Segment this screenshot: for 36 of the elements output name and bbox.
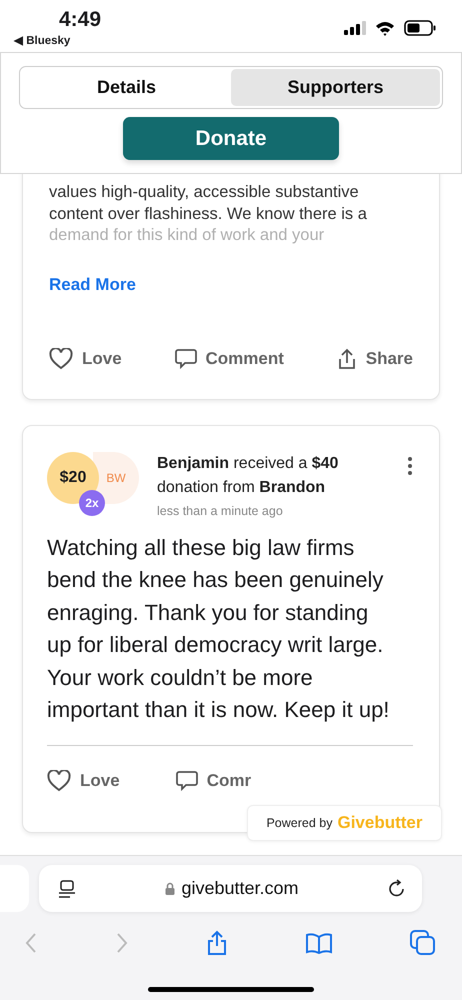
love-button[interactable]: Love — [49, 348, 122, 370]
tabs-icon[interactable] — [410, 930, 436, 956]
back-link[interactable]: ◀ Bluesky — [14, 33, 70, 47]
reader-icon[interactable] — [58, 880, 76, 898]
comment-button[interactable]: Comr — [176, 770, 252, 792]
donate-button[interactable]: Donate — [123, 117, 339, 160]
address-bar[interactable]: givebutter.com — [39, 865, 422, 912]
tab[interactable]: Supporters — [231, 69, 440, 106]
powered-by-badge[interactable]: Powered by Givebutter — [247, 805, 442, 841]
brand-name: Givebutter — [337, 813, 423, 833]
share-icon — [336, 348, 357, 370]
status-time: 4:49 — [59, 8, 102, 32]
lock-icon — [165, 882, 176, 895]
update-text: demand for this kind of work and your — [49, 225, 326, 246]
share-icon[interactable] — [206, 930, 228, 956]
donation-time: less than a minute ago — [157, 504, 284, 518]
reload-icon[interactable] — [388, 879, 406, 898]
powered-by-text: Powered by — [266, 816, 332, 830]
update-text: content over flashiness. We know there is a — [49, 204, 368, 224]
read-more-link[interactable]: Read More — [49, 274, 136, 294]
bookmarks-icon[interactable] — [305, 932, 333, 954]
donation-headline: Benjamin received a $40 donation from Brandon — [157, 454, 340, 498]
heart-icon — [47, 770, 71, 792]
update-text: values high-quality, accessible substantive — [49, 182, 360, 203]
speech-bubble-icon — [174, 348, 197, 370]
speech-bubble-icon — [176, 770, 198, 792]
more-icon[interactable] — [407, 456, 413, 476]
battery-icon — [404, 20, 436, 36]
heart-icon — [49, 348, 73, 370]
signal-icon — [344, 21, 366, 35]
wifi-icon — [375, 20, 395, 36]
share-button[interactable]: Share — [336, 348, 413, 370]
donation-message: Watching all these big law firms bend the knee has been genuinely enraging. Thank you for standing up for liberal democracy writ large. Your work couldn’t be more important than it is now. Keep it up! — [47, 534, 390, 724]
love-button[interactable]: Love — [47, 770, 120, 792]
url-text: givebutter.com — [181, 878, 299, 899]
comment-button[interactable]: Comment — [174, 348, 284, 370]
